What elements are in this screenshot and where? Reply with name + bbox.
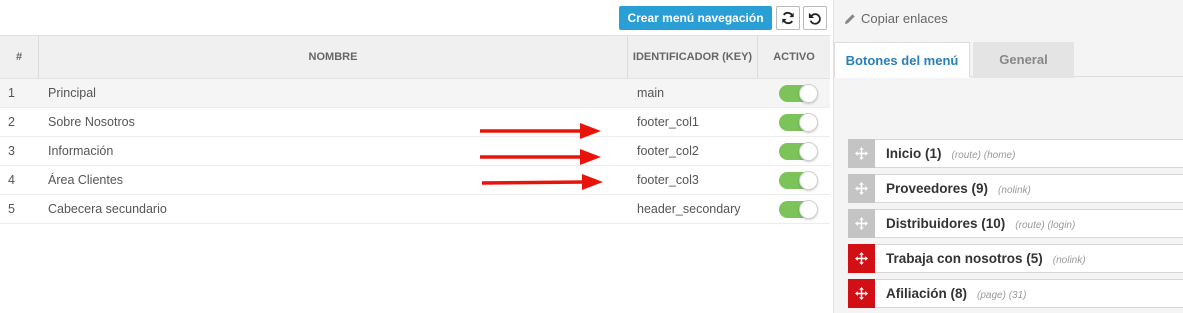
- drag-handle[interactable]: [848, 174, 875, 203]
- column-header-name[interactable]: NOMBRE: [39, 36, 628, 79]
- active-toggle[interactable]: [779, 113, 818, 132]
- row-name: Área Clientes: [48, 173, 124, 187]
- menu-item-meta: (route) (login): [1015, 220, 1076, 231]
- drag-handle[interactable]: [848, 209, 875, 238]
- row-key: footer_col2: [637, 144, 699, 158]
- menu-item-title: Trabaja con nosotros (5): [886, 251, 1043, 266]
- row-number: 1: [8, 86, 15, 100]
- active-toggle[interactable]: [779, 200, 818, 219]
- row-key: main: [637, 86, 665, 100]
- row-number: 4: [8, 173, 15, 187]
- table-row[interactable]: 3 Información footer_col2: [0, 137, 830, 166]
- copy-links-label: Copiar enlaces: [861, 11, 948, 26]
- table-header: # NOMBRE IDENTIFICADOR (KEY) ACTIVO: [0, 35, 830, 79]
- row-name: Cabecera secundario: [48, 202, 167, 216]
- menu-item-title: Proveedores (9): [886, 181, 989, 196]
- pencil-icon: [845, 13, 855, 24]
- menu-item-meta: (nolink): [1052, 255, 1086, 266]
- row-name: Sobre Nosotros: [48, 115, 135, 129]
- table-row[interactable]: 2 Sobre Nosotros footer_col1: [0, 108, 830, 137]
- move-icon: [855, 287, 868, 300]
- list-item[interactable]: Afiliación (8) (page) (31): [848, 279, 1183, 308]
- menu-item-title: Distribuidores (10): [886, 216, 1006, 231]
- column-header-active[interactable]: ACTIVO: [758, 36, 830, 79]
- menu-item-meta: (route) (home): [951, 150, 1016, 161]
- list-item[interactable]: Inicio (1) (route) (home): [848, 139, 1183, 168]
- toggle-knob: [799, 113, 818, 132]
- row-key: header_secondary: [637, 202, 741, 216]
- menu-item-title: Inicio (1): [886, 146, 942, 161]
- menu-item-label: Inicio (1) (route) (home): [886, 140, 1015, 169]
- toggle-knob: [799, 142, 818, 161]
- refresh-icon: [782, 11, 794, 25]
- active-toggle[interactable]: [779, 171, 818, 190]
- drag-handle[interactable]: [848, 139, 875, 168]
- tab-menu-buttons[interactable]: Botones del menú: [834, 42, 970, 78]
- column-header-key[interactable]: IDENTIFICADOR (KEY): [628, 36, 758, 79]
- row-name: Principal: [48, 86, 96, 100]
- active-toggle[interactable]: [779, 84, 818, 103]
- menu-item-meta: (nolink): [998, 185, 1031, 196]
- move-icon: [855, 217, 868, 230]
- table-row[interactable]: 5 Cabecera secundario header_secondary: [0, 195, 830, 224]
- row-number: 5: [8, 202, 15, 216]
- menu-items-list: Inicio (1) (route) (home) Proveedores (9)…: [848, 139, 1183, 313]
- menus-table: # NOMBRE IDENTIFICADOR (KEY) ACTIVO 1 Pr…: [0, 35, 830, 224]
- table-row[interactable]: 1 Principal main: [0, 79, 830, 108]
- toolbar: Crear menú navegación: [0, 0, 830, 35]
- menu-item-label: Proveedores (9) (nolink): [886, 175, 1031, 204]
- row-key: footer_col1: [637, 115, 699, 129]
- row-number: 3: [8, 144, 15, 158]
- column-header-number[interactable]: #: [0, 36, 39, 79]
- menu-editor-panel: Copiar enlaces Botones del menú General …: [833, 0, 1183, 313]
- active-toggle[interactable]: [779, 142, 818, 161]
- toggle-knob: [799, 84, 818, 103]
- menus-panel: Crear menú navegación # NOMBRE IDENTIFIC…: [0, 0, 830, 313]
- move-icon: [855, 252, 868, 265]
- list-item[interactable]: Proveedores (9) (nolink): [848, 174, 1183, 203]
- list-item[interactable]: Distribuidores (10) (route) (login): [848, 209, 1183, 238]
- copy-links-button[interactable]: Copiar enlaces: [844, 11, 948, 26]
- move-icon: [855, 147, 868, 160]
- row-key: footer_col3: [637, 173, 699, 187]
- menu-item-meta: (page) (31): [977, 290, 1027, 301]
- tab-general[interactable]: General: [973, 42, 1074, 78]
- toggle-knob: [799, 200, 818, 219]
- toggle-knob: [799, 171, 818, 190]
- refresh-button[interactable]: [776, 6, 800, 30]
- menu-item-label: Afiliación (8) (page) (31): [886, 280, 1026, 309]
- editor-tabs: Botones del menú General: [834, 42, 1183, 78]
- drag-handle[interactable]: [848, 244, 875, 273]
- menu-item-title: Afiliación (8): [886, 286, 968, 301]
- drag-handle[interactable]: [848, 279, 875, 308]
- list-item[interactable]: Trabaja con nosotros (5) (nolink): [848, 244, 1183, 273]
- undo-button[interactable]: [803, 6, 827, 30]
- create-menu-button[interactable]: Crear menú navegación: [619, 6, 772, 30]
- menu-item-label: Distribuidores (10) (route) (login): [886, 210, 1075, 239]
- undo-icon: [808, 12, 821, 25]
- menu-item-label: Trabaja con nosotros (5) (nolink): [886, 245, 1086, 274]
- row-name: Información: [48, 144, 114, 158]
- move-icon: [855, 182, 868, 195]
- table-row[interactable]: 4 Área Clientes footer_col3: [0, 166, 830, 195]
- row-number: 2: [8, 115, 15, 129]
